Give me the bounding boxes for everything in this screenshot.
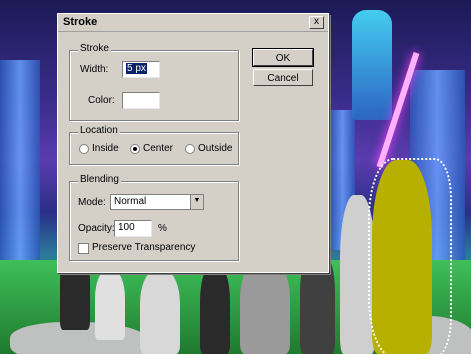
dialog-titlebar[interactable]: Stroke x [58, 14, 328, 32]
color-swatch[interactable] [122, 92, 160, 109]
mode-label: Mode: [78, 197, 106, 208]
mode-value: Normal [114, 196, 147, 207]
blending-legend: Blending [78, 174, 121, 185]
opacity-input[interactable]: 100 [114, 220, 152, 237]
center-label: Center [143, 143, 174, 154]
opacity-value: 100 [118, 222, 135, 233]
mode-select[interactable]: Normal ▼ [110, 194, 204, 210]
temple-pillar-left [0, 60, 40, 260]
outside-radio[interactable] [185, 144, 195, 154]
dialog-title: Stroke [63, 16, 98, 28]
stroke-dialog: Stroke x Stroke Width: 5 px Color: Locat… [57, 13, 329, 273]
person-7 [95, 270, 125, 340]
color-label: Color: [88, 95, 115, 106]
preserve-transparency-label: Preserve Transparency [92, 242, 196, 253]
inside-label: Inside [92, 143, 119, 154]
stroke-legend: Stroke [78, 43, 111, 54]
selection-marquee [368, 158, 452, 354]
stroke-group: Stroke Width: 5 px Color: [69, 43, 239, 121]
ok-button[interactable]: OK [252, 48, 314, 67]
width-input[interactable]: 5 px [122, 61, 160, 78]
person-2 [200, 265, 230, 354]
cancel-button[interactable]: Cancel [253, 69, 313, 86]
width-value: 5 px [126, 63, 147, 74]
person-1 [140, 270, 180, 354]
person-3 [240, 260, 290, 354]
width-label: Width: [80, 64, 109, 75]
outside-label: Outside [198, 143, 233, 154]
opacity-unit: % [158, 223, 167, 234]
chevron-down-icon[interactable]: ▼ [190, 195, 203, 209]
inside-radio[interactable] [79, 144, 89, 154]
statue [352, 10, 392, 120]
close-button[interactable]: x [309, 16, 324, 29]
center-radio[interactable] [130, 144, 140, 154]
location-legend: Location [78, 125, 120, 136]
opacity-label: Opacity: [78, 223, 115, 234]
preserve-transparency-checkbox[interactable] [78, 243, 89, 254]
blending-group: Blending Mode: Normal ▼ Opacity: 100 % P… [69, 174, 239, 261]
location-group: Location Inside Center Outside [69, 125, 239, 165]
